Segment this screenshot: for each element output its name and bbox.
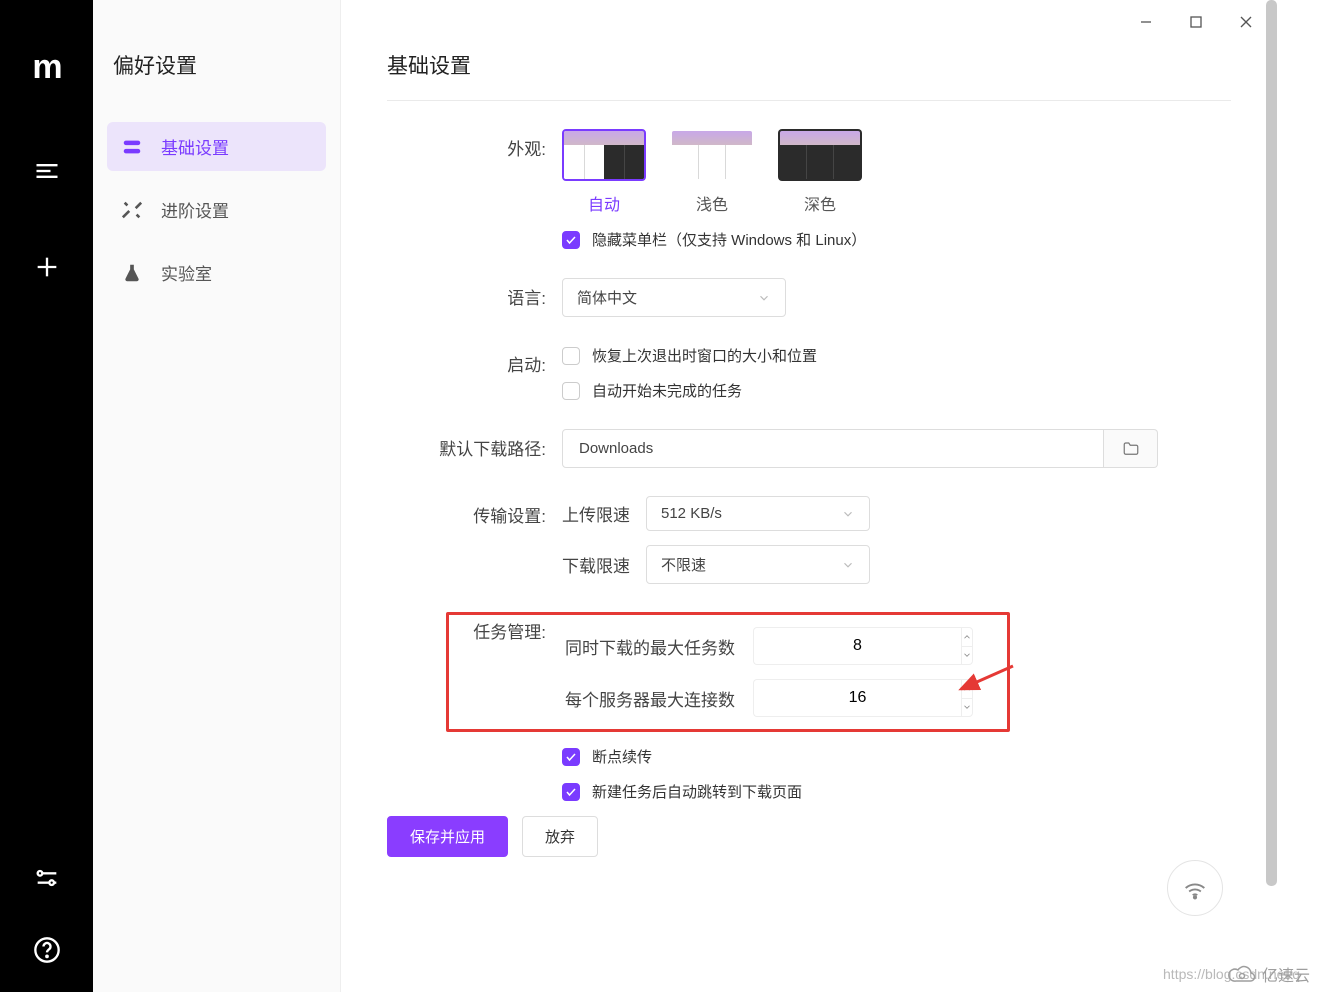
maximize-icon[interactable] <box>1171 6 1221 38</box>
download-limit-select[interactable]: 不限速 <box>646 545 870 584</box>
scrollbar[interactable] <box>1266 0 1277 886</box>
tools-icon <box>121 199 143 221</box>
chevron-down-icon <box>841 507 855 521</box>
auto-jump-checkbox[interactable] <box>562 783 580 801</box>
upload-limit-select[interactable]: 512 KB/s <box>646 496 870 531</box>
chevron-down-icon <box>757 291 771 305</box>
max-tasks-input[interactable] <box>753 627 961 665</box>
minimize-icon[interactable] <box>1121 6 1171 38</box>
max-conn-down[interactable] <box>962 699 972 717</box>
sidebar-item-advanced[interactable]: 进阶设置 <box>107 185 326 234</box>
download-path-input[interactable]: Downloads <box>562 429 1104 468</box>
auto-start-checkbox[interactable] <box>562 382 580 400</box>
sidebar-item-lab[interactable]: 实验室 <box>107 248 326 297</box>
hamburger-icon[interactable] <box>25 149 69 193</box>
basic-icon <box>121 136 143 158</box>
app-logo: m <box>32 48 60 87</box>
theme-auto-label: 自动 <box>588 191 620 215</box>
task-mgmt-highlight: 同时下载的最大任务数 每个服务器最大连接数 <box>446 612 1010 732</box>
close-icon[interactable] <box>1221 6 1271 38</box>
language-label: 语言: <box>387 278 562 309</box>
chevron-down-icon <box>841 558 855 572</box>
save-button[interactable]: 保存并应用 <box>387 816 508 857</box>
auto-start-label: 自动开始未完成的任务 <box>592 380 742 401</box>
startup-label: 启动: <box>387 345 562 376</box>
folder-icon <box>1122 440 1140 458</box>
wifi-icon <box>1181 874 1209 902</box>
cloud-icon <box>1228 963 1256 985</box>
max-tasks-up[interactable] <box>962 628 972 647</box>
sidebar-item-label: 进阶设置 <box>161 197 229 222</box>
hide-menubar-label: 隐藏菜单栏（仅支持 Windows 和 Linux） <box>592 229 866 250</box>
sidebar-item-label: 实验室 <box>161 260 212 285</box>
discard-button[interactable]: 放弃 <box>522 816 598 857</box>
browse-folder-button[interactable] <box>1104 429 1158 468</box>
sidebar-item-basic[interactable]: 基础设置 <box>107 122 326 171</box>
hide-menubar-checkbox[interactable] <box>562 231 580 249</box>
lab-icon <box>121 262 143 284</box>
sidebar-item-label: 基础设置 <box>161 134 229 159</box>
transfer-label: 传输设置: <box>387 496 562 527</box>
theme-light-label: 浅色 <box>696 191 728 215</box>
float-action-button[interactable] <box>1167 860 1223 916</box>
settings-sliders-icon[interactable] <box>25 856 69 900</box>
download-limit-value: 不限速 <box>661 554 706 575</box>
help-icon[interactable] <box>25 928 69 972</box>
theme-light[interactable]: 浅色 <box>670 129 754 215</box>
watermark-brand: 亿速云 <box>1228 962 1310 986</box>
page-title: 基础设置 <box>387 50 1231 101</box>
language-select[interactable]: 简体中文 <box>562 278 786 317</box>
sidebar-title: 偏好设置 <box>107 50 326 80</box>
max-tasks-label: 同时下载的最大任务数 <box>565 634 741 659</box>
restore-window-checkbox[interactable] <box>562 347 580 365</box>
theme-auto[interactable]: 自动 <box>562 129 646 215</box>
download-path-label: 默认下载路径: <box>387 429 562 460</box>
language-value: 简体中文 <box>577 287 637 308</box>
download-limit-label: 下载限速 <box>562 552 634 577</box>
plus-icon[interactable] <box>25 245 69 289</box>
appearance-label: 外观: <box>387 129 562 160</box>
resume-checkbox[interactable] <box>562 748 580 766</box>
theme-dark[interactable]: 深色 <box>778 129 862 215</box>
upload-limit-label: 上传限速 <box>562 501 634 526</box>
annotation-arrow-icon <box>951 661 1021 701</box>
theme-dark-label: 深色 <box>804 191 836 215</box>
resume-label: 断点续传 <box>592 746 652 767</box>
auto-jump-label: 新建任务后自动跳转到下载页面 <box>592 781 802 802</box>
restore-window-label: 恢复上次退出时窗口的大小和位置 <box>592 345 817 366</box>
upload-limit-value: 512 KB/s <box>661 505 722 522</box>
max-conn-label: 每个服务器最大连接数 <box>565 686 741 711</box>
max-conn-input[interactable] <box>753 679 961 717</box>
